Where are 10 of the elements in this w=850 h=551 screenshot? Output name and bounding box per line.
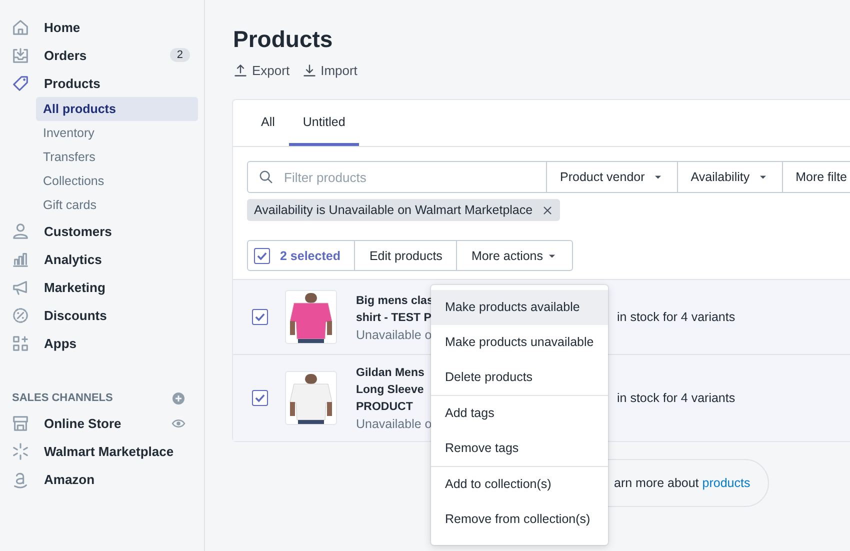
filter-tag-label: Availability is Unavailable on Walmart Marketplace <box>254 203 533 217</box>
count-badge: 2 <box>170 48 190 62</box>
selected-count: 2 selected <box>280 248 340 262</box>
inventory-text: in stock for 4 variants <box>617 391 736 405</box>
page-title: Products <box>233 26 334 53</box>
section-title: SALES CHANNELS <box>12 392 113 404</box>
help-text: arn more about products <box>614 476 750 490</box>
inventory-text: in stock for 4 variants <box>617 310 736 324</box>
product-status: Unavailable o <box>356 417 433 431</box>
product-status: Unavailable o <box>356 328 433 342</box>
